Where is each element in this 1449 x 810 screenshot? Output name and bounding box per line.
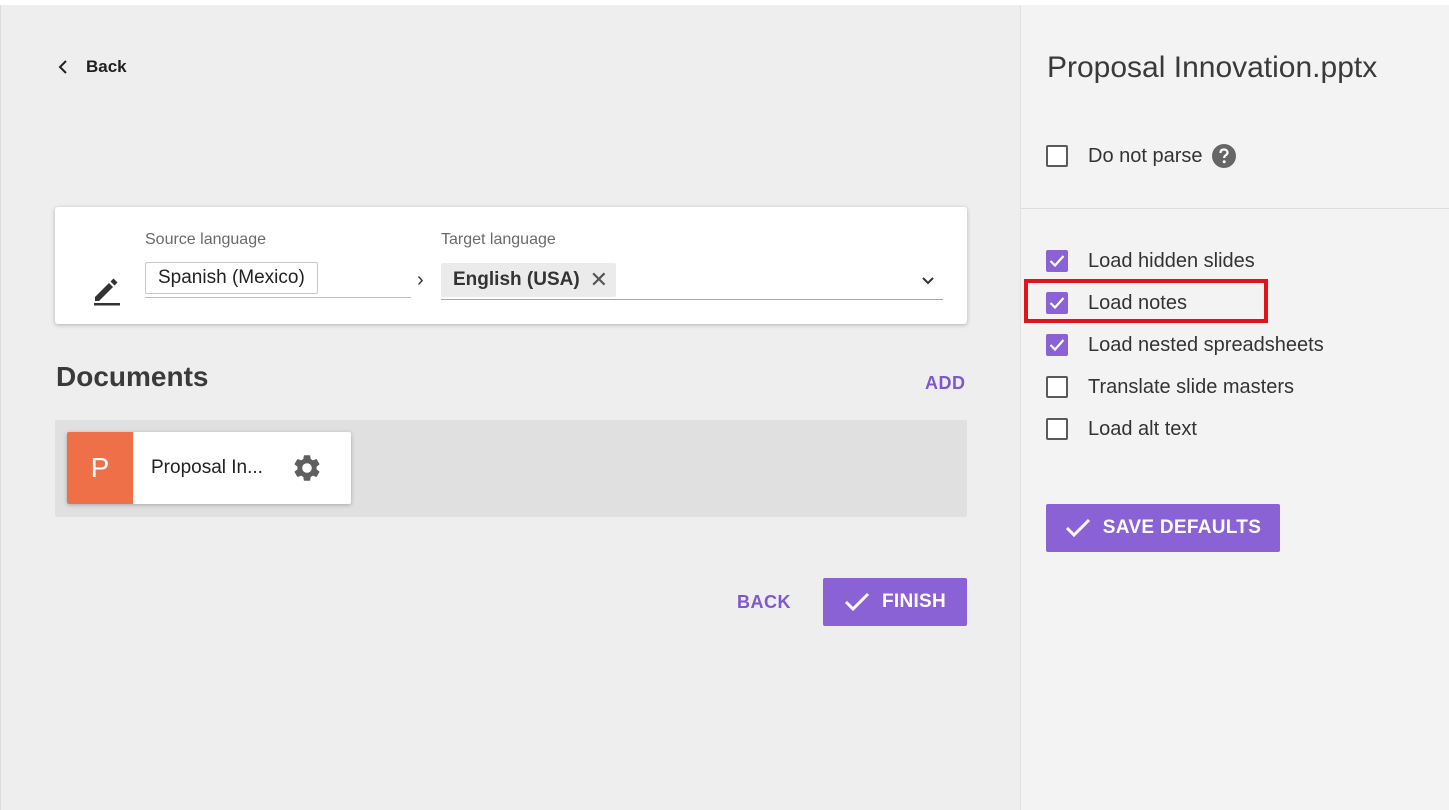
back-button[interactable]: BACK bbox=[737, 592, 791, 613]
load-nested-spreadsheets-checkbox[interactable]: Load nested spreadsheets bbox=[1046, 330, 1324, 360]
panel-divider bbox=[1021, 208, 1449, 209]
finish-button[interactable]: FINISH bbox=[823, 578, 967, 626]
do-not-parse-checkbox[interactable]: Do not parse bbox=[1046, 141, 1237, 171]
translate-slide-masters-label: Translate slide masters bbox=[1088, 375, 1294, 398]
source-language-field[interactable]: Spanish (Mexico) bbox=[145, 261, 411, 298]
checkbox-checked-icon[interactable] bbox=[1046, 250, 1068, 272]
language-card: Source language Spanish (Mexico) › Targe… bbox=[55, 207, 967, 324]
back-link-label: Back bbox=[86, 57, 127, 76]
load-alt-text-checkbox[interactable]: Load alt text bbox=[1046, 414, 1197, 444]
add-document-button[interactable]: ADD bbox=[925, 373, 966, 394]
target-language-value: English (USA) bbox=[453, 269, 580, 290]
document-name: Proposal In... bbox=[151, 457, 263, 478]
check-icon bbox=[1065, 518, 1090, 538]
language-arrow: › bbox=[417, 269, 424, 291]
chevron-down-icon[interactable] bbox=[919, 271, 937, 289]
checkbox-unchecked-icon[interactable] bbox=[1046, 376, 1068, 398]
chevron-left-icon bbox=[53, 57, 73, 77]
source-language-label: Source language bbox=[145, 231, 266, 248]
load-alt-text-label: Load alt text bbox=[1088, 417, 1197, 440]
do-not-parse-label: Do not parse bbox=[1088, 144, 1203, 167]
settings-title: Proposal Innovation.pptx bbox=[1047, 51, 1378, 84]
settings-panel: Proposal Innovation.pptx Do not parse Lo… bbox=[1020, 5, 1449, 810]
document-card[interactable]: P Proposal In... bbox=[67, 432, 351, 504]
main-area: Back Source language Spanish (Mexico) › … bbox=[1, 5, 1020, 810]
documents-list: P Proposal In... bbox=[55, 420, 967, 517]
load-notes-highlight bbox=[1024, 279, 1268, 323]
documents-title: Documents bbox=[56, 361, 209, 392]
gear-icon[interactable] bbox=[291, 452, 323, 484]
checkbox-unchecked-icon[interactable] bbox=[1046, 145, 1068, 167]
finish-button-label: FINISH bbox=[881, 591, 947, 612]
load-nested-spreadsheets-label: Load nested spreadsheets bbox=[1088, 333, 1324, 356]
save-defaults-button[interactable]: SAVE DEFAULTS bbox=[1046, 504, 1280, 552]
pencil-icon[interactable] bbox=[89, 271, 125, 307]
target-language-field[interactable]: English (USA) ✕ bbox=[441, 261, 943, 300]
save-defaults-label: SAVE DEFAULTS bbox=[1102, 517, 1262, 538]
translate-slide-masters-checkbox[interactable]: Translate slide masters bbox=[1046, 372, 1294, 402]
checkbox-checked-icon[interactable] bbox=[1046, 334, 1068, 356]
back-link[interactable]: Back bbox=[53, 53, 127, 81]
source-language-chip[interactable]: Spanish (Mexico) bbox=[145, 262, 318, 294]
load-hidden-slides-checkbox[interactable]: Load hidden slides bbox=[1046, 246, 1255, 276]
target-language-chip: English (USA) ✕ bbox=[441, 263, 617, 297]
help-icon[interactable] bbox=[1211, 143, 1237, 169]
check-icon bbox=[844, 592, 870, 612]
load-hidden-slides-label: Load hidden slides bbox=[1088, 249, 1255, 272]
target-language-label: Target language bbox=[441, 231, 556, 248]
checkbox-unchecked-icon[interactable] bbox=[1046, 418, 1068, 440]
document-type-badge: P bbox=[67, 432, 133, 504]
remove-target-icon[interactable]: ✕ bbox=[590, 267, 608, 293]
